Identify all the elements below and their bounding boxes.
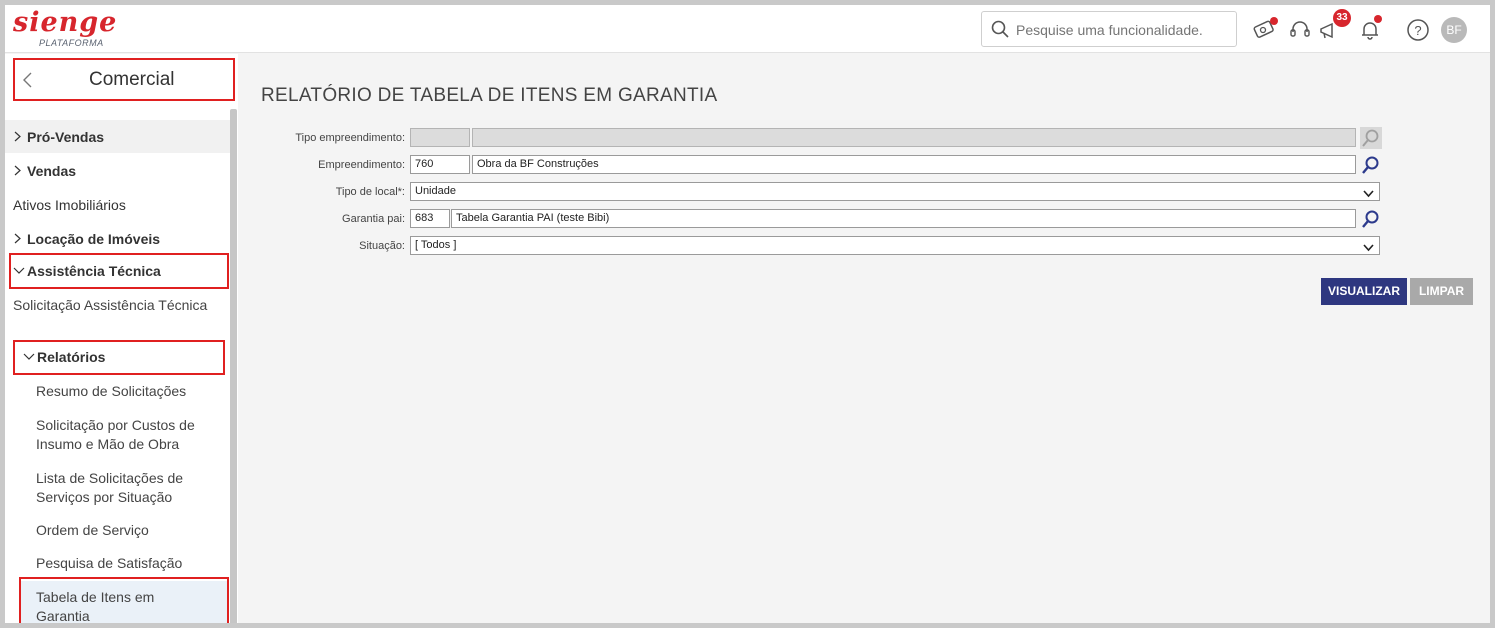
sidebar-item-ativos-imobiliarios[interactable]: Ativos Imobiliários	[5, 189, 230, 222]
tipo-local-select[interactable]: Unidade	[410, 182, 1380, 201]
empreendimento-code-field[interactable]: 760	[410, 155, 470, 174]
svg-text:?: ?	[1414, 23, 1421, 38]
sidebar-item-lista-solicitacoes-situacao[interactable]: Lista de Solicitações de Serviços por Si…	[36, 469, 216, 507]
sidebar-item-label: Pró-Vendas	[27, 129, 105, 145]
money-alert-dot	[1270, 17, 1278, 25]
sidebar: Comercial Pró-Vendas Vendas Ativos Imobi…	[5, 54, 238, 623]
situacao-label: Situação:	[359, 240, 405, 252]
garantia-pai-code-field[interactable]: 683	[410, 209, 450, 228]
garantia-pai-lookup-icon[interactable]	[1360, 208, 1380, 228]
chevron-down-icon	[1363, 187, 1374, 200]
sidebar-item-label: Ativos Imobiliários	[13, 197, 126, 213]
sidebar-item-locacao-imoveis[interactable]: Locação de Imóveis	[5, 222, 230, 255]
top-header: sienge PLATAFORMA 33 ? BF	[5, 5, 1490, 53]
limpar-button[interactable]: LIMPAR	[1410, 278, 1473, 305]
sidebar-item-assistencia-tecnica[interactable]: Assistência Técnica	[5, 257, 230, 287]
situacao-value: [ Todos ]	[415, 239, 457, 251]
sidebar-item-label: Relatórios	[37, 349, 106, 365]
sidebar-item-custos-insumo[interactable]: Solicitação por Custos de Insumo e Mão d…	[36, 416, 216, 454]
sidebar-item-ordem-servico[interactable]: Ordem de Serviço	[36, 521, 216, 540]
empreendimento-label: Empreendimento:	[318, 159, 405, 171]
sidebar-item-label: Vendas	[27, 163, 77, 179]
garantia-pai-label: Garantia pai:	[342, 213, 405, 225]
sidebar-item-label: Assistência Técnica	[27, 263, 161, 279]
back-chevron-icon[interactable]	[21, 70, 35, 95]
sidebar-item-resumo-solicitacoes[interactable]: Resumo de Solicitações	[36, 382, 216, 401]
chevron-down-icon	[23, 349, 37, 365]
chevron-down-icon	[1363, 241, 1374, 254]
empreendimento-lookup-icon[interactable]	[1360, 154, 1380, 174]
help-icon[interactable]: ?	[1405, 17, 1431, 43]
sienge-logo[interactable]: sienge PLATAFORMA	[13, 7, 133, 51]
tipo-local-value: Unidade	[415, 185, 456, 197]
sidebar-item-pesquisa-satisfacao[interactable]: Pesquisa de Satisfação	[36, 554, 216, 573]
chevron-right-icon	[13, 231, 27, 247]
tipo-empreendimento-name-field	[472, 128, 1356, 147]
chevron-right-icon	[13, 163, 27, 179]
garantia-pai-name-field[interactable]: Tabela Garantia PAI (teste Bibi)	[451, 209, 1356, 228]
tipo-empreendimento-code-field	[410, 128, 470, 147]
sidebar-item-vendas[interactable]: Vendas	[5, 154, 230, 187]
module-header[interactable]: Comercial	[13, 58, 235, 101]
sidebar-scrollbar[interactable]	[230, 109, 237, 623]
visualizar-button[interactable]: VISUALIZAR	[1321, 278, 1407, 305]
chevron-right-icon	[13, 129, 27, 145]
sidebar-item-tabela-itens-garantia[interactable]: Tabela de Itens em Garantia	[36, 588, 186, 623]
empreendimento-name-field[interactable]: Obra da BF Construções	[472, 155, 1356, 174]
chevron-down-icon	[13, 263, 27, 279]
logo-text: sienge	[13, 7, 118, 38]
module-title: Comercial	[89, 69, 175, 90]
app-window: sienge PLATAFORMA 33 ? BF	[5, 5, 1490, 623]
sidebar-item-pro-vendas[interactable]: Pró-Vendas	[5, 120, 230, 153]
logo-subtitle: PLATAFORMA	[39, 38, 104, 48]
tipo-empreendimento-lookup-icon	[1360, 127, 1382, 149]
page-title: RELATÓRIO DE TABELA DE ITENS EM GARANTIA	[261, 85, 718, 106]
user-avatar[interactable]: BF	[1441, 17, 1467, 43]
sidebar-item-solicitacao-assistencia[interactable]: Solicitação Assistência Técnica	[13, 296, 213, 315]
headset-icon[interactable]	[1287, 17, 1313, 43]
bell-alert-dot	[1374, 15, 1382, 23]
search-input[interactable]	[1016, 19, 1228, 41]
sidebar-item-relatorios[interactable]: Relatórios	[23, 345, 213, 371]
tipo-local-label: Tipo de local*:	[335, 186, 405, 198]
search-box[interactable]	[981, 11, 1237, 47]
situacao-select[interactable]: [ Todos ]	[410, 236, 1380, 255]
search-icon	[991, 20, 1009, 43]
sidebar-item-label: Locação de Imóveis	[27, 231, 161, 247]
tipo-empreendimento-label: Tipo empreendimento:	[295, 132, 405, 144]
notification-count-badge: 33	[1333, 9, 1351, 27]
